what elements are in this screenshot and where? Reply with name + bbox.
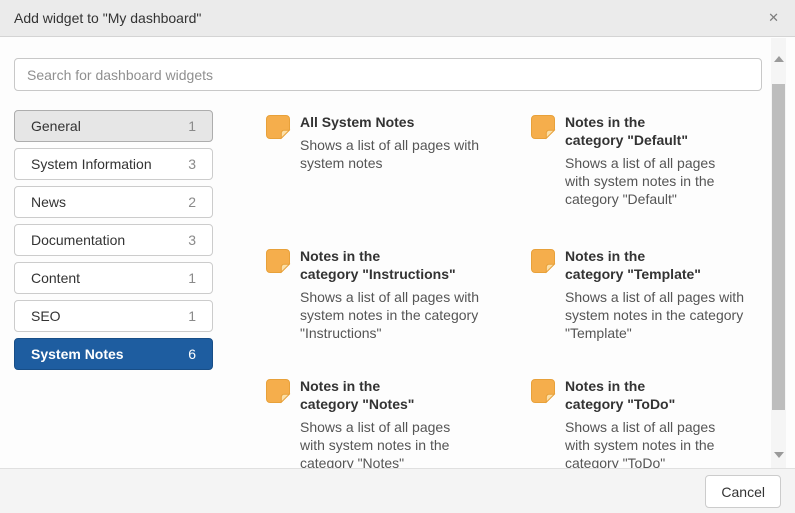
- widget-title: Notes in the category "ToDo": [565, 377, 780, 413]
- widget-card-notes-notes[interactable]: Notes in the category "Notes" Shows a li…: [265, 377, 530, 468]
- sidebar-item-system-information[interactable]: System Information 3: [14, 148, 213, 180]
- category-count: 1: [188, 118, 196, 134]
- modal-footer: Cancel: [0, 468, 795, 513]
- category-count: 1: [188, 270, 196, 286]
- widget-description: Shows a list of all pages with system no…: [565, 418, 780, 468]
- category-label: Content: [31, 270, 80, 286]
- note-icon: [265, 378, 291, 404]
- widget-description: Shows a list of all pages with system no…: [300, 418, 515, 468]
- widget-card-notes-todo[interactable]: Notes in the category "ToDo" Shows a lis…: [530, 377, 785, 468]
- widget-card-all-system-notes[interactable]: All System Notes Shows a list of all pag…: [265, 113, 530, 247]
- scroll-down-icon[interactable]: [774, 452, 784, 458]
- widget-title: Notes in the category "Instructions": [300, 247, 515, 283]
- widget-card-notes-template[interactable]: Notes in the category "Template" Shows a…: [530, 247, 785, 377]
- note-icon: [265, 114, 291, 140]
- add-widget-modal: Add widget to "My dashboard" ✕ General 1…: [0, 0, 795, 513]
- category-sidebar: General 1 System Information 3 News 2 Do…: [14, 110, 213, 376]
- category-count: 2: [188, 194, 196, 210]
- close-icon[interactable]: ✕: [768, 10, 779, 26]
- sidebar-item-news[interactable]: News 2: [14, 186, 213, 218]
- sidebar-item-seo[interactable]: SEO 1: [14, 300, 213, 332]
- modal-body: General 1 System Information 3 News 2 Do…: [0, 38, 795, 468]
- modal-header: Add widget to "My dashboard" ✕: [0, 0, 795, 37]
- scrollbar[interactable]: [771, 38, 786, 468]
- category-label: SEO: [31, 308, 61, 324]
- category-count: 1: [188, 308, 196, 324]
- widget-description: Shows a list of all pages with system no…: [300, 288, 515, 342]
- category-count: 3: [188, 232, 196, 248]
- widget-title: Notes in the category "Default": [565, 113, 780, 149]
- widget-card-notes-default[interactable]: Notes in the category "Default" Shows a …: [530, 113, 785, 247]
- note-icon: [530, 378, 556, 404]
- widget-description: Shows a list of all pages with system no…: [565, 288, 780, 342]
- category-label: General: [31, 118, 81, 134]
- modal-title: Add widget to "My dashboard": [14, 10, 201, 26]
- note-icon: [530, 114, 556, 140]
- search-input[interactable]: [14, 58, 762, 91]
- widget-title: Notes in the category "Notes": [300, 377, 515, 413]
- note-icon: [265, 248, 291, 274]
- cancel-button[interactable]: Cancel: [705, 475, 781, 508]
- sidebar-item-system-notes[interactable]: System Notes 6: [14, 338, 213, 370]
- scrollbar-thumb[interactable]: [772, 84, 785, 410]
- widget-grid: All System Notes Shows a list of all pag…: [265, 113, 785, 468]
- widget-description: Shows a list of all pages with system no…: [300, 136, 515, 172]
- widget-title: All System Notes: [300, 113, 515, 131]
- category-label: Documentation: [31, 232, 125, 248]
- widget-description: Shows a list of all pages with system no…: [565, 154, 780, 208]
- sidebar-item-general[interactable]: General 1: [14, 110, 213, 142]
- sidebar-item-content[interactable]: Content 1: [14, 262, 213, 294]
- category-label: News: [31, 194, 66, 210]
- category-count: 6: [188, 346, 196, 362]
- category-label: System Notes: [31, 346, 124, 362]
- note-icon: [530, 248, 556, 274]
- widget-card-notes-instructions[interactable]: Notes in the category "Instructions" Sho…: [265, 247, 530, 377]
- sidebar-item-documentation[interactable]: Documentation 3: [14, 224, 213, 256]
- category-label: System Information: [31, 156, 152, 172]
- category-count: 3: [188, 156, 196, 172]
- widget-title: Notes in the category "Template": [565, 247, 780, 283]
- scroll-up-icon[interactable]: [774, 56, 784, 62]
